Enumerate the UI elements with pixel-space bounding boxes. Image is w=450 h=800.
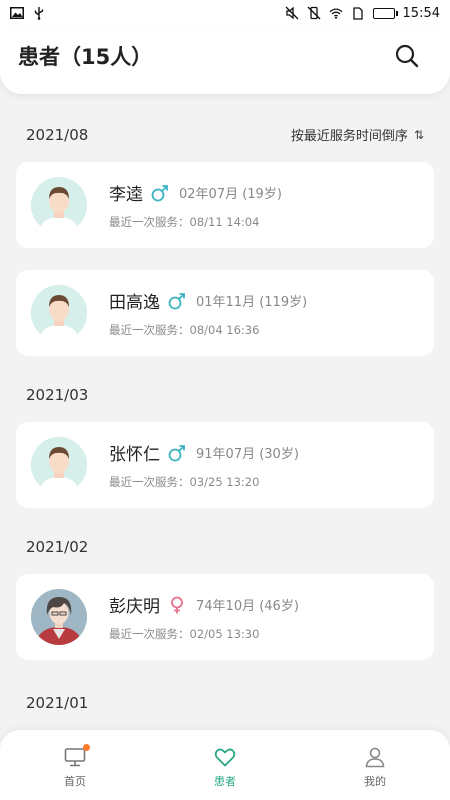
group-date: 2021/01: [26, 694, 89, 712]
tab-label: 首页: [64, 775, 86, 788]
group-date: 2021/03: [26, 386, 89, 404]
tab-home[interactable]: 首页: [15, 744, 135, 789]
patient-age: 01年11月 (119岁): [196, 295, 308, 310]
male-icon: [168, 444, 186, 462]
tab-label: 我的: [364, 775, 386, 788]
search-icon: [395, 44, 419, 68]
patient-name: 田高逸: [109, 293, 160, 313]
vibrate-off-icon: [307, 6, 321, 20]
patient-age: 74年10月 (46岁): [196, 599, 299, 614]
group-header: 2021/03: [0, 356, 450, 412]
tab-mine[interactable]: 我的: [315, 745, 435, 789]
tab-label: 患者: [214, 775, 236, 788]
search-button[interactable]: [394, 43, 420, 69]
sort-button[interactable]: 按最近服务时间倒序 ⇅: [290, 125, 424, 145]
sort-arrows-icon: ⇅: [413, 127, 424, 142]
last-service: 最近一次服务：08/11 14:04: [109, 215, 260, 229]
battery-icon: [372, 7, 398, 19]
clock: 15:54: [402, 5, 440, 21]
tab-patients[interactable]: 患者: [165, 745, 285, 789]
patient-age: 91年07月 (30岁): [196, 447, 299, 462]
avatar: [31, 589, 87, 645]
heart-icon: [213, 745, 237, 769]
app-header: 患者（15人）: [0, 26, 450, 94]
wifi-icon: [328, 6, 343, 20]
sort-label: 按最近服务时间倒序: [290, 129, 408, 144]
image-icon: [10, 6, 24, 20]
patient-card[interactable]: 李逵 02年07月 (19岁) 最近一次服务：08/11 14:04: [16, 162, 434, 248]
page-title: 患者（15人）: [18, 45, 153, 69]
patient-list[interactable]: 2021/08 按最近服务时间倒序 ⇅ 李逵 02年07月 (19岁) 最近一次…: [0, 94, 450, 730]
monitor-icon: [63, 744, 90, 769]
sim-icon: [351, 6, 365, 20]
patient-age: 02年07月 (19岁): [179, 187, 282, 202]
female-icon: [168, 596, 186, 614]
avatar: [31, 285, 87, 341]
avatar: [31, 177, 87, 233]
last-service: 最近一次服务：03/25 13:20: [109, 475, 260, 489]
bottom-tab-bar: 首页 患者 我的: [0, 730, 450, 800]
group-date: 2021/08: [26, 126, 89, 144]
status-bar: 15:54: [0, 0, 450, 26]
patient-card[interactable]: 张怀仁 91年07月 (30岁) 最近一次服务：03/25 13:20: [16, 422, 434, 508]
male-icon: [151, 184, 169, 202]
notification-badge: [83, 744, 90, 751]
patient-card[interactable]: 田高逸 01年11月 (119岁) 最近一次服务：08/04 16:36: [16, 270, 434, 356]
group-header: 2021/02: [0, 508, 450, 564]
patient-name: 彭庆明: [109, 597, 160, 617]
male-icon: [168, 292, 186, 310]
avatar: [31, 437, 87, 493]
group-date: 2021/02: [26, 538, 89, 556]
mute-icon: [285, 6, 299, 20]
patient-card[interactable]: 彭庆明 74年10月 (46岁) 最近一次服务：02/05 13:30: [16, 574, 434, 660]
patient-name: 李逵: [109, 185, 143, 205]
last-service: 最近一次服务：02/05 13:30: [109, 627, 260, 641]
last-service: 最近一次服务：08/04 16:36: [109, 323, 260, 337]
group-header: 2021/01: [0, 660, 450, 720]
patient-name: 张怀仁: [109, 445, 160, 465]
group-header: 2021/08 按最近服务时间倒序 ⇅: [0, 94, 450, 152]
person-icon: [363, 745, 387, 769]
usb-icon: [32, 6, 46, 20]
